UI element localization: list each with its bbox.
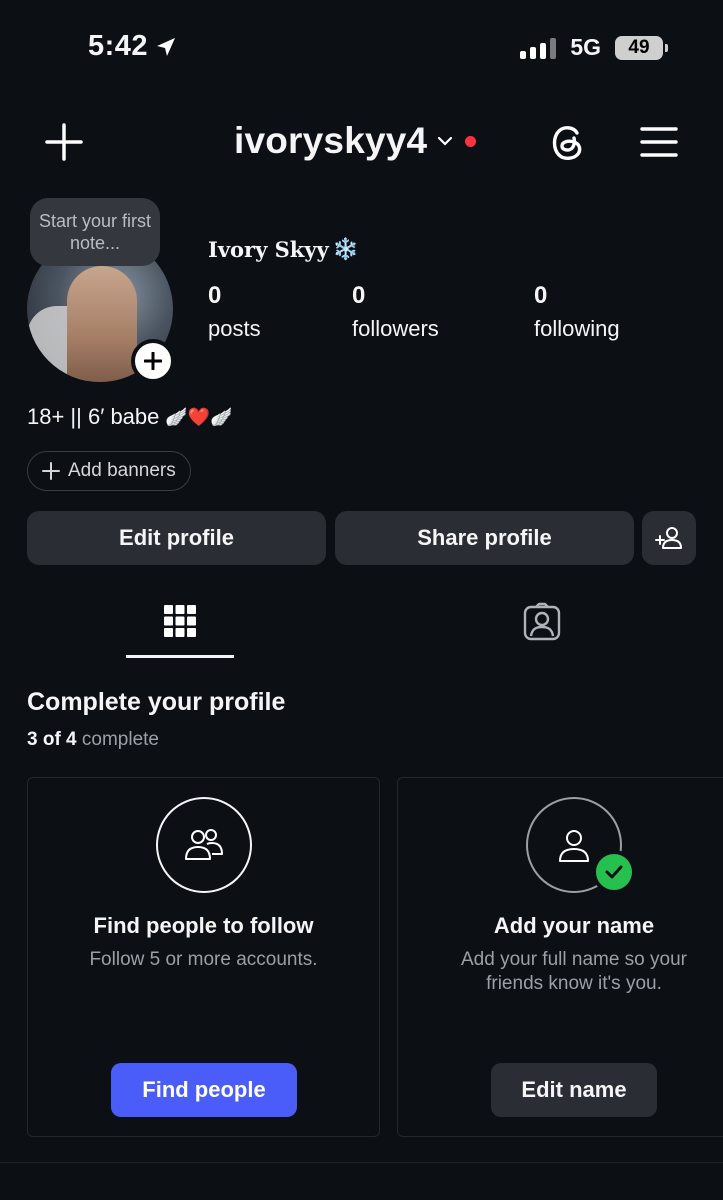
grid-icon bbox=[164, 605, 196, 637]
location-arrow-icon bbox=[157, 37, 176, 56]
note-bubble[interactable]: Start your first note... bbox=[30, 198, 160, 266]
tab-tagged[interactable] bbox=[488, 598, 596, 658]
complete-profile-title: Complete your profile bbox=[27, 688, 286, 716]
find-people-button[interactable]: Find people bbox=[111, 1063, 297, 1117]
hamburger-menu-icon[interactable] bbox=[640, 126, 678, 158]
complete-profile-progress: 3 of 4 complete bbox=[27, 729, 159, 751]
account-switcher[interactable]: ivoryskyy4 bbox=[234, 120, 477, 162]
network-type: 5G bbox=[570, 34, 601, 60]
active-tab-indicator bbox=[126, 655, 234, 658]
create-plus-icon[interactable] bbox=[44, 122, 84, 162]
edit-name-button[interactable]: Edit name bbox=[491, 1063, 657, 1117]
add-name-card: Add your name Add your full name so your… bbox=[397, 777, 723, 1137]
bio: 18+ || 6′ babe 🪽❤️🪽 bbox=[27, 404, 233, 430]
plus-icon bbox=[144, 352, 162, 370]
battery-icon: 49 bbox=[615, 35, 668, 60]
edit-profile-label: Edit profile bbox=[119, 525, 234, 550]
card-description: Follow 5 or more accounts. bbox=[89, 949, 318, 970]
status-indicators: 5G 49 bbox=[520, 34, 668, 61]
tab-posts-grid[interactable] bbox=[126, 598, 234, 658]
people-icon bbox=[156, 797, 252, 893]
progress-suffix: complete bbox=[76, 729, 159, 750]
following-count: 0 bbox=[534, 282, 548, 309]
share-profile-button[interactable]: Share profile bbox=[335, 511, 634, 565]
edit-name-label: Edit name bbox=[521, 1077, 627, 1102]
checkmark-icon bbox=[592, 850, 636, 894]
snowflake-emoji: ❄️ bbox=[332, 236, 359, 261]
add-person-icon bbox=[655, 527, 682, 549]
note-placeholder: Start your first note... bbox=[38, 211, 152, 253]
bio-text: 18+ || 6′ babe bbox=[27, 404, 160, 429]
battery-level: 49 bbox=[628, 36, 650, 58]
threads-icon[interactable] bbox=[546, 120, 590, 164]
display-name: Ivory Skyy ❄️ bbox=[208, 236, 359, 262]
status-time: 5:42 bbox=[88, 30, 178, 63]
card-title: Add your name bbox=[493, 913, 655, 938]
stat-followers[interactable]: 0 followers bbox=[352, 282, 439, 342]
posts-label: posts bbox=[208, 316, 261, 341]
chevron-down-icon bbox=[438, 136, 453, 146]
add-banners-button[interactable]: Add banners bbox=[27, 451, 191, 491]
divider bbox=[0, 1162, 723, 1163]
time-text: 5:42 bbox=[88, 30, 149, 62]
progress-count: 3 of 4 bbox=[27, 729, 77, 750]
stat-following[interactable]: 0 following bbox=[534, 282, 620, 342]
find-people-label: Find people bbox=[142, 1077, 266, 1102]
edit-profile-button[interactable]: Edit profile bbox=[27, 511, 326, 565]
following-label: following bbox=[534, 316, 620, 341]
followers-count: 0 bbox=[352, 282, 366, 309]
username: ivoryskyy4 bbox=[234, 120, 428, 161]
share-profile-label: Share profile bbox=[417, 525, 552, 550]
display-name-text: Ivory Skyy bbox=[208, 236, 329, 262]
find-people-card: Find people to follow Follow 5 or more a… bbox=[27, 777, 380, 1137]
add-banners-label: Add banners bbox=[68, 460, 176, 481]
posts-count: 0 bbox=[208, 282, 222, 309]
stat-posts[interactable]: 0 posts bbox=[208, 282, 261, 342]
card-description: Add your full name so your friends know … bbox=[460, 949, 687, 994]
discover-people-button[interactable] bbox=[642, 511, 696, 565]
bio-emoji: 🪽❤️🪽 bbox=[165, 406, 233, 427]
card-title: Find people to follow bbox=[93, 913, 314, 938]
notification-dot bbox=[465, 135, 477, 147]
followers-label: followers bbox=[352, 316, 439, 341]
add-story-button[interactable] bbox=[131, 339, 175, 383]
plus-icon bbox=[42, 462, 60, 480]
tagged-person-icon bbox=[523, 602, 561, 641]
signal-icon bbox=[520, 37, 557, 59]
